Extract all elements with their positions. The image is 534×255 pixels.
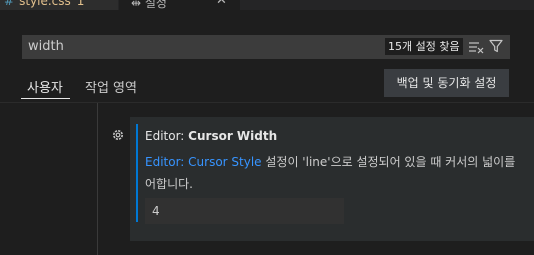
more-actions-icon[interactable]: ··· bbox=[500, 0, 516, 8]
setting-description-text: 설정이 'line'으로 설정되어 있을 때 커서의 넓이를 bbox=[261, 155, 516, 169]
close-icon[interactable]: ✕ bbox=[216, 0, 227, 8]
header-separator bbox=[0, 102, 534, 103]
tab-workspace-settings[interactable]: 작업 영역 bbox=[85, 77, 137, 96]
tab-settings-name: 설정 bbox=[144, 0, 167, 10]
setting-category: Editor: bbox=[145, 129, 189, 143]
css-file-icon: # bbox=[4, 0, 15, 8]
tab-style-css-label[interactable]: # style.css 1 bbox=[4, 0, 84, 8]
backup-sync-button[interactable]: 백업 및 동기화 설정 bbox=[384, 69, 509, 97]
search-result-count: 15개 설정 찾음 bbox=[385, 38, 463, 55]
tab-user-settings[interactable]: 사용자 bbox=[27, 77, 63, 96]
tab-style-css-name: style.css bbox=[19, 0, 71, 8]
setting-title: Editor: Cursor Width bbox=[145, 129, 277, 143]
settings-icon: ⇹ bbox=[131, 0, 142, 10]
clear-filter-icon[interactable] bbox=[468, 40, 484, 54]
setting-name: Cursor Width bbox=[188, 129, 278, 143]
setting-focus-indicator bbox=[136, 124, 138, 222]
cursor-style-link[interactable]: Editor: Cursor Style bbox=[145, 155, 262, 169]
setting-description-text-2: 어합니다. bbox=[145, 177, 193, 191]
cursor-width-input[interactable] bbox=[145, 198, 344, 224]
active-tab-underline bbox=[21, 98, 70, 99]
gear-icon[interactable] bbox=[111, 128, 125, 142]
tree-indent-guide bbox=[97, 103, 98, 255]
filter-icon[interactable] bbox=[489, 39, 503, 53]
search-query-text[interactable]: width bbox=[28, 39, 64, 54]
tab-problem-count: 1 bbox=[76, 0, 85, 8]
tab-settings-label[interactable]: ⇹ 설정 bbox=[131, 0, 167, 11]
cursor-width-value[interactable]: 4 bbox=[152, 204, 160, 218]
setting-description: Editor: Cursor Style 설정이 'line'으로 설정되어 있… bbox=[145, 151, 534, 195]
